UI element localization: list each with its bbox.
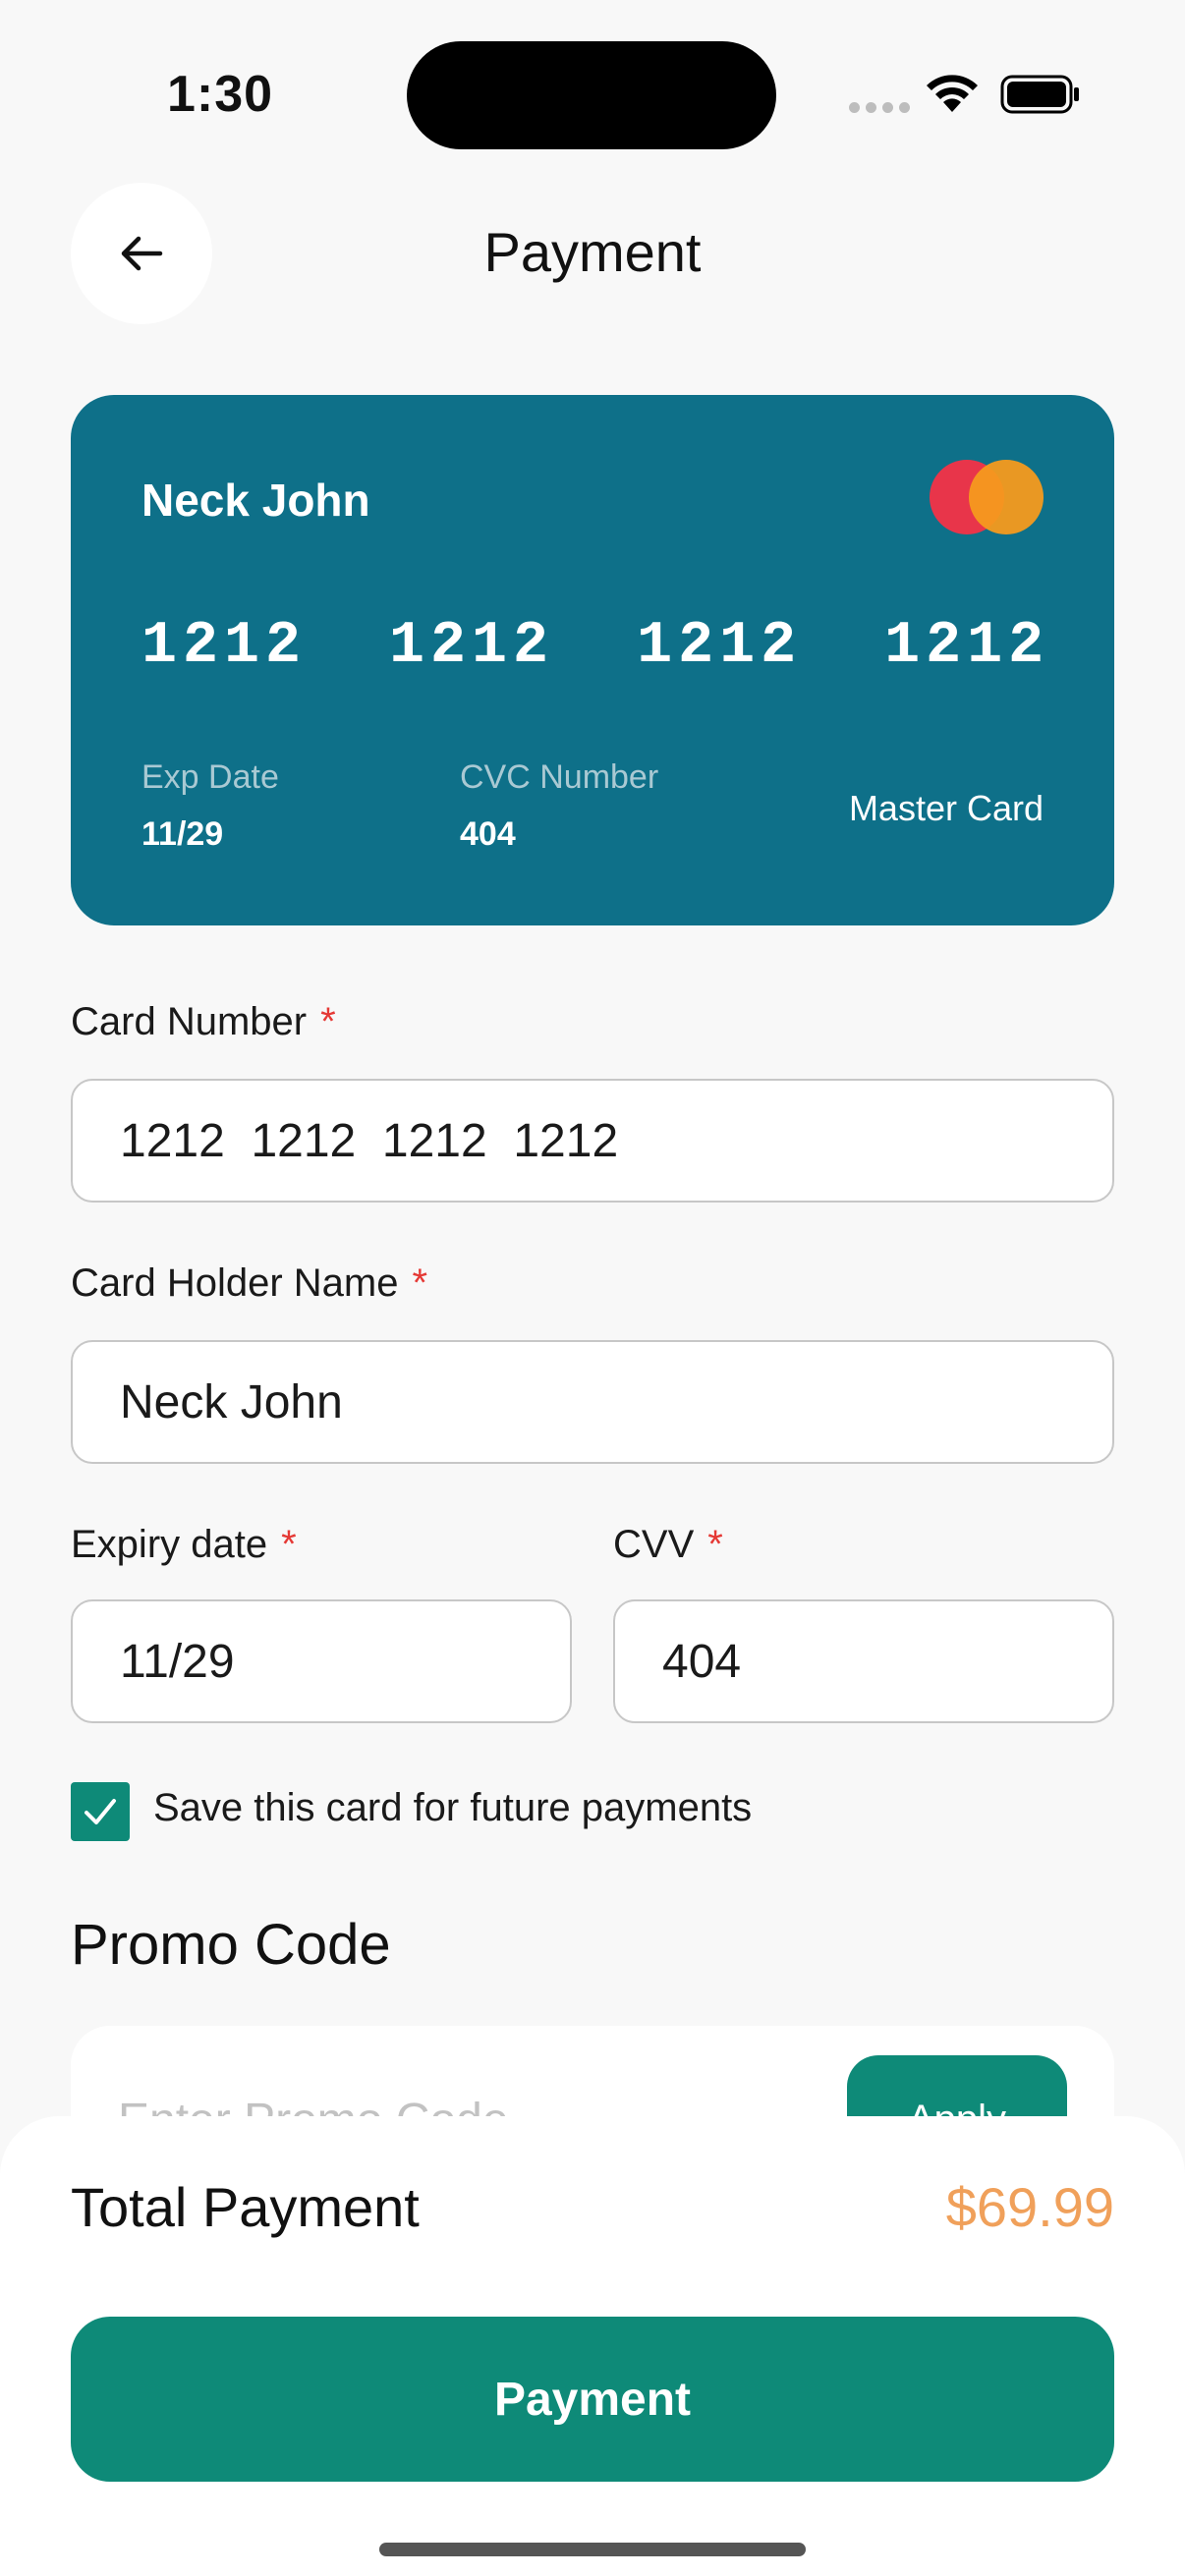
total-payment-label: Total Payment (71, 2176, 420, 2238)
required-asterisk: * (281, 1523, 297, 1566)
payment-button[interactable]: Payment (71, 2317, 1114, 2482)
mastercard-logo-icon (930, 460, 1044, 534)
status-time: 1:30 (167, 66, 274, 123)
cvv-label: CVV * (613, 1523, 723, 1566)
card-preview: Neck John 1212 1212 1212 1212 Exp Date 1… (71, 395, 1114, 925)
card-holder-name: Neck John (141, 475, 370, 526)
save-card-checkbox[interactable] (71, 1782, 130, 1841)
required-asterisk: * (707, 1523, 723, 1566)
total-payment-amount: $69.99 (945, 2176, 1114, 2238)
cvv-input[interactable] (613, 1599, 1114, 1723)
cvc-label: CVC Number (460, 758, 659, 796)
card-number-input[interactable] (71, 1079, 1114, 1203)
card-brand: Master Card (848, 788, 1044, 828)
page-title: Payment (483, 221, 702, 283)
card-number-label: Card Number * (71, 1000, 336, 1043)
promo-code-title: Promo Code (71, 1913, 391, 1977)
home-indicator[interactable] (379, 2543, 806, 2556)
card-holder-label: Card Holder Name * (71, 1261, 428, 1305)
card-holder-input[interactable] (71, 1340, 1114, 1464)
required-asterisk: * (412, 1261, 428, 1305)
exp-date-label: Exp Date (141, 758, 279, 796)
save-card-label: Save this card for future payments (153, 1786, 753, 1829)
card-number-display: 1212 1212 1212 1212 (141, 613, 1050, 680)
exp-date-value: 11/29 (141, 815, 224, 853)
dynamic-island (407, 41, 776, 149)
cellular-signal-icon (849, 102, 910, 113)
cvc-value: 404 (460, 815, 516, 853)
checkmark-icon (85, 1799, 116, 1824)
payment-screen: 1:30 Payment Neck John 1212 1212 1212 12… (0, 0, 1185, 2576)
expiry-date-input[interactable] (71, 1599, 572, 1723)
battery-icon (1000, 75, 1079, 114)
expiry-label: Expiry date * (71, 1523, 297, 1566)
required-asterisk: * (320, 1000, 336, 1043)
wifi-icon (927, 75, 978, 112)
payment-summary-sheet: Total Payment $69.99 Payment (0, 2116, 1185, 2576)
